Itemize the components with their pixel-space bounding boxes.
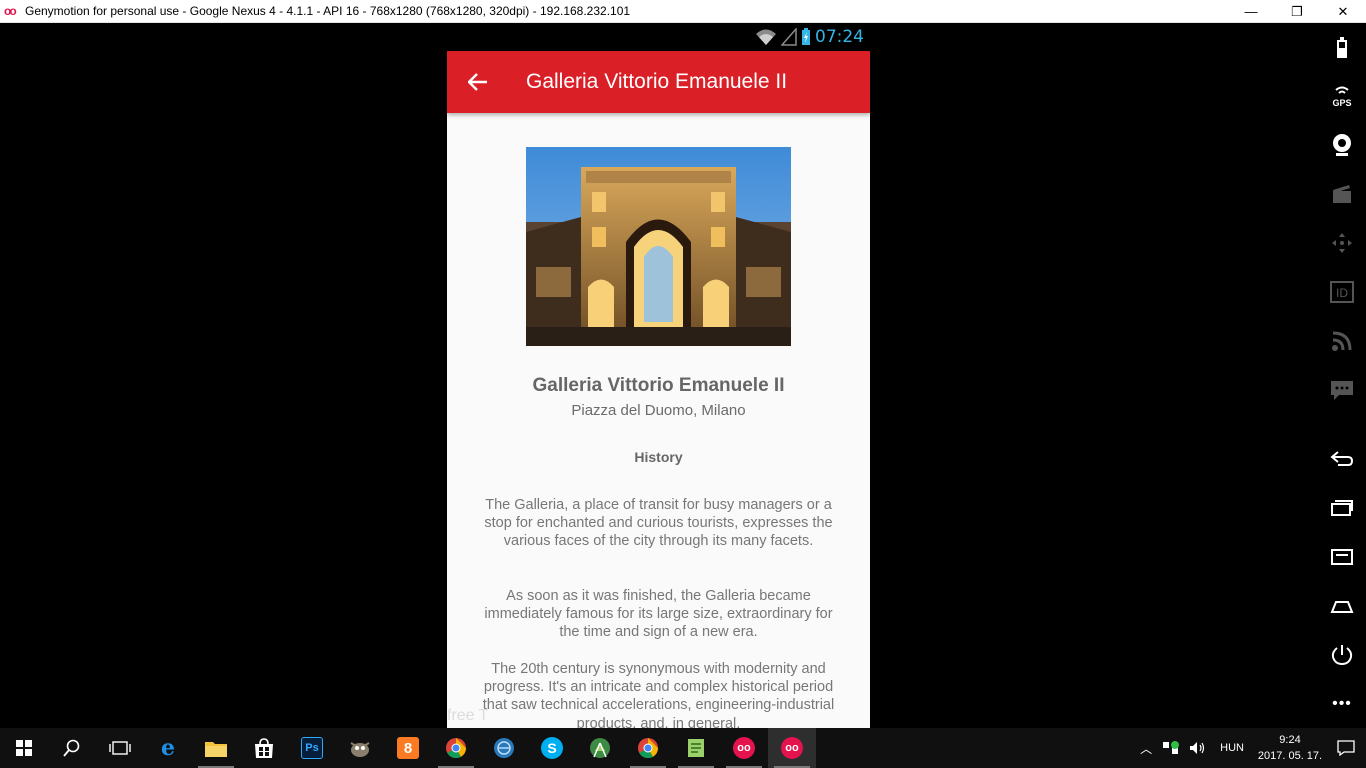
chrome-icon	[638, 738, 659, 759]
task-view-button[interactable]	[96, 728, 144, 768]
system-tray: ︿ HUN 9:24 2017. 05. 17.	[1134, 728, 1366, 768]
restore-button[interactable]: ❐	[1274, 0, 1320, 23]
recent-apps-icon[interactable]	[1329, 495, 1355, 521]
start-button[interactable]	[0, 728, 48, 768]
window-titlebar: oo Genymotion for personal use - Google …	[0, 0, 1366, 23]
close-button[interactable]: ✕	[1320, 0, 1366, 23]
language-indicator[interactable]: HUN	[1220, 742, 1244, 754]
genymotion-icon: oo	[781, 737, 803, 759]
network-sync-icon[interactable]	[1162, 740, 1180, 756]
genymotion-logo-icon: oo	[4, 4, 17, 18]
app-toolbar: Galleria Vittorio Emanuele II	[447, 51, 870, 113]
android-screen: 07:24 Galleria Vittorio Emanuele II Gall…	[447, 23, 870, 728]
signal-icon	[781, 28, 797, 46]
search-button[interactable]	[48, 728, 96, 768]
history-paragraph-2: As soon as it was finished, the Galleria…	[484, 588, 833, 641]
taskbar-genymotion[interactable]: oo	[720, 728, 768, 768]
photoshop-icon: Ps	[301, 737, 323, 759]
chevron-up-icon[interactable]: ︿	[1140, 740, 1152, 757]
taskbar-gimp[interactable]	[336, 728, 384, 768]
skype-icon: S	[541, 737, 563, 759]
menu-icon[interactable]	[1329, 544, 1355, 570]
back-icon[interactable]	[1329, 446, 1355, 472]
taskbar-android-studio[interactable]	[576, 728, 624, 768]
webcam-icon[interactable]	[1329, 132, 1355, 158]
place-title: Galleria Vittorio Emanuele II	[532, 375, 785, 396]
toolbar-title: Galleria Vittorio Emanuele II	[526, 70, 788, 93]
taskbar-chrome[interactable]	[432, 728, 480, 768]
history-paragraph-1: The Galleria, a place of transit for bus…	[484, 497, 833, 550]
battery-icon[interactable]	[1329, 35, 1355, 61]
home-icon[interactable]	[1329, 593, 1355, 619]
globe-icon	[494, 738, 514, 758]
gps-icon[interactable]: GPS	[1329, 83, 1355, 109]
minimize-button[interactable]: —	[1228, 0, 1274, 23]
more-icon[interactable]: •••	[1329, 691, 1355, 717]
genymotion-icon: oo	[733, 737, 755, 759]
detail-content: Galleria Vittorio Emanuele II Piazza del…	[447, 113, 870, 728]
chrome-icon	[446, 738, 467, 759]
taskbar-edge[interactable]: e	[144, 728, 192, 768]
place-subtitle: Piazza del Duomo, Milano	[571, 402, 746, 419]
taskbar-skype[interactable]: S	[528, 728, 576, 768]
notification-icon	[1337, 740, 1355, 756]
gps-label: GPS	[1332, 98, 1351, 108]
taskbar-notepad[interactable]	[672, 728, 720, 768]
history-heading: History	[634, 449, 683, 465]
search-icon	[63, 739, 80, 757]
xampp-icon: 8	[397, 737, 419, 759]
id-label: ID	[1336, 286, 1348, 300]
taskbar-file-explorer[interactable]	[192, 728, 240, 768]
windows-taskbar: e Ps 8 S oo oo ︿ HUN 9:24 2017. 05. 17.	[0, 728, 1366, 768]
back-arrow-button[interactable]	[447, 51, 509, 113]
volume-icon[interactable]	[1188, 740, 1206, 756]
action-center-button[interactable]	[1326, 740, 1366, 756]
wifi-icon	[756, 29, 776, 45]
task-view-icon	[109, 741, 131, 755]
taskbar-xampp[interactable]: 8	[384, 728, 432, 768]
sms-icon[interactable]	[1329, 377, 1355, 403]
power-icon[interactable]	[1329, 642, 1355, 668]
edge-icon: e	[161, 735, 175, 761]
taskbar-clock[interactable]: 9:24 2017. 05. 17.	[1254, 732, 1326, 764]
battery-charging-icon	[802, 28, 810, 45]
galleria-photo	[526, 147, 791, 346]
clock-time: 9:24	[1279, 734, 1301, 746]
window-title: Genymotion for personal use - Google Nex…	[25, 4, 631, 18]
taskbar-chrome-2[interactable]	[624, 728, 672, 768]
taskbar-network[interactable]	[480, 728, 528, 768]
genymotion-sidebar: GPS ID •••	[1317, 23, 1366, 728]
taskbar-genymotion-2[interactable]: oo	[768, 728, 816, 768]
rss-icon[interactable]	[1329, 328, 1355, 354]
arrow-left-icon	[468, 73, 487, 91]
window-controls: — ❐ ✕	[1228, 0, 1366, 23]
taskbar-photoshop[interactable]: Ps	[288, 728, 336, 768]
store-icon	[255, 738, 273, 758]
windows-logo-icon	[16, 740, 32, 756]
status-time: 07:24	[815, 27, 864, 47]
gimp-icon	[350, 742, 370, 757]
dpad-icon[interactable]	[1329, 230, 1355, 256]
folder-icon	[205, 742, 227, 757]
android-studio-icon	[590, 738, 610, 758]
watermark-text: free T	[447, 707, 489, 724]
id-icon[interactable]: ID	[1329, 279, 1355, 305]
clock-date: 2017. 05. 17.	[1257, 750, 1323, 762]
taskbar-store[interactable]	[240, 728, 288, 768]
capture-icon[interactable]	[1329, 181, 1355, 207]
notepad-plus-icon	[688, 739, 704, 757]
android-statusbar: 07:24	[447, 23, 870, 51]
